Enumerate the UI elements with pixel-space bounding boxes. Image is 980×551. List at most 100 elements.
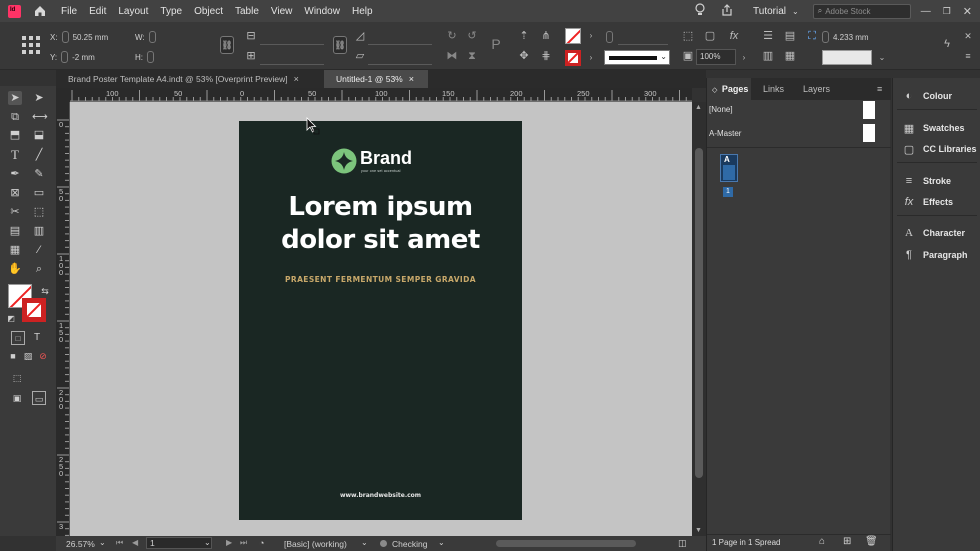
close-window-icon[interactable]: ✕ <box>963 5 972 18</box>
auto-fit-icon[interactable]: ⛶ <box>806 30 818 42</box>
menu-help[interactable]: Help <box>352 6 373 17</box>
stroke-color-swatch[interactable] <box>22 298 46 322</box>
edit-page-size-icon[interactable]: ⌂ <box>819 536 825 547</box>
stroke-swatch[interactable] <box>565 50 581 66</box>
tab-untitled-1[interactable]: Untitled-1 @ 53% × <box>324 70 428 88</box>
selection-tool-icon[interactable]: ➤ <box>8 91 22 105</box>
y-stepper[interactable] <box>61 51 69 63</box>
pen-tool-icon[interactable]: ✒ <box>8 167 22 181</box>
panel-menu-icon[interactable]: ≡ <box>877 78 882 100</box>
new-page-icon[interactable]: ⊞ <box>843 536 851 547</box>
apply-gradient-icon[interactable]: ▨ <box>21 349 35 363</box>
first-page-icon[interactable]: ⏮ <box>116 538 123 548</box>
working-style[interactable]: [Basic] (working) <box>284 539 347 549</box>
menu-object[interactable]: Object <box>194 6 223 17</box>
preview-mode-icon[interactable]: ▣ <box>10 391 24 405</box>
style-chevron-icon[interactable]: ⌄ <box>361 538 368 547</box>
fill-swatch[interactable] <box>565 28 581 44</box>
screen-mode-icon[interactable]: ⬚ <box>10 371 24 385</box>
rectangle-frame-tool-icon[interactable]: ⊠ <box>8 186 22 200</box>
chevron-down-icon[interactable]: ⌄ <box>792 7 799 16</box>
close-tab-icon[interactable]: × <box>409 74 414 84</box>
zoom-tool-icon[interactable]: ⌕ <box>32 262 46 276</box>
x-position-field[interactable]: X: 50.25 mm <box>50 30 130 44</box>
apply-none-icon[interactable]: ⊘ <box>36 349 50 363</box>
page-1-number[interactable]: 1 <box>723 187 733 197</box>
zoom-chevron-icon[interactable]: ⌄ <box>99 538 106 547</box>
zoom-level[interactable]: 26.57% <box>66 539 95 549</box>
gradient-swatch-tool-icon[interactable]: ▤ <box>8 224 22 238</box>
flip-vertical-icon[interactable]: ⧗ <box>466 50 478 62</box>
rotation-field[interactable] <box>368 29 432 45</box>
panel-colour[interactable]: ◐ Colour <box>901 88 952 104</box>
object-style-chevron[interactable]: ⌄ <box>876 52 888 64</box>
opacity-field[interactable]: 100% <box>696 49 736 65</box>
home-icon[interactable] <box>33 4 47 18</box>
menu-edit[interactable]: Edit <box>89 6 106 17</box>
gap-tool-icon[interactable]: ⟷ <box>32 110 48 124</box>
page-number-field[interactable]: 1 <box>146 537 212 549</box>
fill-menu-chevron[interactable]: › <box>585 30 597 42</box>
select-previous-icon[interactable]: ✥ <box>518 50 530 62</box>
page-tool-icon[interactable]: ⧉ <box>8 110 22 124</box>
line-tool-icon[interactable]: ╱ <box>32 148 46 162</box>
scroll-down-arrow[interactable]: ▼ <box>695 527 702 534</box>
stroke-menu-chevron[interactable]: › <box>585 52 597 64</box>
note-tool-icon[interactable]: ▦ <box>8 243 22 257</box>
text-wrap-jump-icon[interactable]: ▦ <box>784 50 796 62</box>
frame-fitting-icon[interactable]: ⬚ <box>682 30 694 42</box>
pencil-tool-icon[interactable]: ✎ <box>32 167 46 181</box>
scroll-up-arrow[interactable]: ▲ <box>695 104 702 111</box>
master-a[interactable]: A-Master <box>709 124 879 146</box>
content-placer-icon[interactable]: ⬓ <box>32 128 46 142</box>
ruler-origin[interactable] <box>56 88 70 102</box>
page-chevron-icon[interactable]: ⌄ <box>204 538 211 547</box>
reference-point-icon[interactable] <box>21 35 41 55</box>
horizontal-ruler[interactable]: 100 50 0 50 100 150 200 250 300 <box>70 88 692 102</box>
panel-paragraph[interactable]: ¶ Paragraph <box>901 247 968 263</box>
last-page-icon[interactable]: ⏭ <box>240 538 247 548</box>
hand-tool-icon[interactable]: ✋ <box>8 262 22 276</box>
menu-view[interactable]: View <box>271 6 293 17</box>
w-stepper[interactable] <box>148 31 156 43</box>
corner-options-icon[interactable]: ▢ <box>704 30 716 42</box>
flip-horizontal-icon[interactable]: ⧓ <box>446 50 458 62</box>
minimize-icon[interactable]: — <box>921 6 931 17</box>
text-wrap-shape-icon[interactable]: ▥ <box>762 50 774 62</box>
type-tool-icon[interactable]: T <box>8 148 22 162</box>
view-options-icon[interactable]: ▭ <box>32 391 46 405</box>
content-collector-icon[interactable]: ⬒ <box>8 128 22 142</box>
prev-page-icon[interactable]: ◀ <box>132 538 138 547</box>
poster-page[interactable]: Brand your one set accentual Lorem ipsum… <box>239 121 522 520</box>
apply-color-icon[interactable]: ■ <box>6 349 20 363</box>
workspace-switcher[interactable]: Tutorial <box>753 6 786 17</box>
default-colors-icon[interactable]: ◩ <box>4 312 18 326</box>
constrain-proportions-icon[interactable]: ⛓ <box>220 36 234 54</box>
next-page-icon[interactable]: ▶ <box>226 538 232 547</box>
panel-swatches[interactable]: ▦ Swatches <box>901 120 965 136</box>
stroke-weight-stepper[interactable] <box>606 30 617 44</box>
rotate-ccw-icon[interactable]: ↺ <box>466 30 478 42</box>
lightbulb-icon[interactable] <box>693 2 707 20</box>
scale-y-field[interactable] <box>260 49 324 65</box>
split-view-icon[interactable]: ◫ <box>678 538 687 549</box>
constrain-scale-icon[interactable]: ⛓ <box>333 36 347 54</box>
lightning-icon[interactable]: ϟ <box>941 38 953 50</box>
swap-colors-icon[interactable]: ⇆ <box>38 284 52 298</box>
eyedropper-tool-icon[interactable]: ⁄ <box>32 243 46 257</box>
panel-effects[interactable]: fx Effects <box>901 194 953 210</box>
close-tab-icon[interactable]: × <box>294 74 299 84</box>
select-next-icon[interactable]: ⋕ <box>540 50 552 62</box>
stroke-weight-spin[interactable] <box>606 31 613 43</box>
subheading[interactable]: PRAESENT FERMENTUM SEMPER GRAVIDA <box>239 275 522 284</box>
preflight-chevron-icon[interactable]: ⌄ <box>438 538 445 547</box>
stroke-type-dropdown[interactable]: ⌄ <box>604 50 670 65</box>
object-style-dropdown[interactable] <box>822 50 872 65</box>
select-content-icon[interactable]: ⋔ <box>540 30 552 42</box>
website-url[interactable]: www.brandwebsite.com <box>239 492 522 499</box>
horizontal-scroll-thumb[interactable] <box>496 540 636 547</box>
rectangle-tool-icon[interactable]: ▭ <box>32 186 46 200</box>
formatting-text-icon[interactable]: T <box>30 331 44 345</box>
rotate-cw-icon[interactable]: ↻ <box>446 30 458 42</box>
panel-stroke[interactable]: ≡ Stroke <box>901 173 951 189</box>
